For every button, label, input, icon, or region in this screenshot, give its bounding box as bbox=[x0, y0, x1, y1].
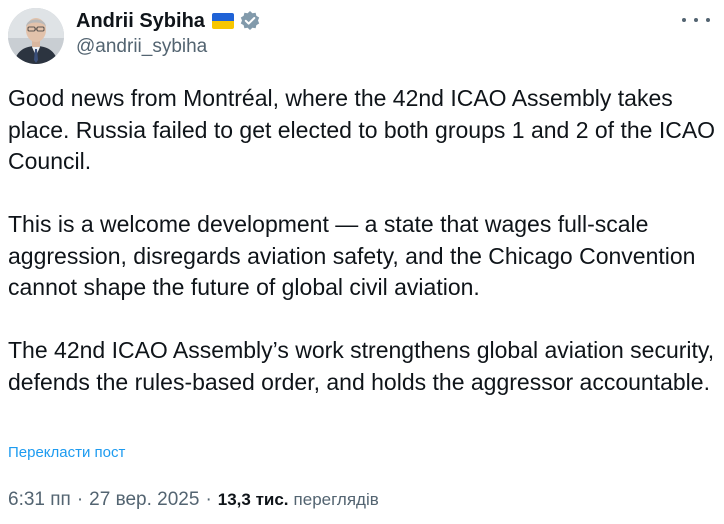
tweet-paragraph: This is a welcome development — a state … bbox=[8, 211, 702, 300]
tweet-time[interactable]: 6:31 пп bbox=[8, 489, 71, 511]
ukraine-flag-icon bbox=[211, 13, 234, 29]
tweet: Andrii Sybiha @andrii_sybiha Good news f… bbox=[0, 0, 724, 524]
views-label: переглядів bbox=[293, 490, 379, 509]
tweet-paragraph: The 42nd ICAO Assembly’s work strengthen… bbox=[8, 337, 721, 395]
meta-separator: · bbox=[76, 489, 84, 510]
tweet-meta: 6:31 пп · 27 вер. 2025 · 13,3 тис. перег… bbox=[8, 489, 379, 511]
author-info: Andrii Sybiha @andrii_sybiha bbox=[76, 7, 261, 58]
avatar-image bbox=[8, 8, 64, 64]
views-count[interactable]: 13,3 тис. bbox=[218, 490, 289, 510]
meta-separator: · bbox=[205, 489, 212, 510]
avatar[interactable] bbox=[8, 8, 64, 64]
tweet-paragraph: Good news from Montréal, where the 42nd … bbox=[8, 85, 722, 174]
author-display-name[interactable]: Andrii Sybiha bbox=[76, 10, 205, 33]
more-options-icon[interactable] bbox=[682, 10, 710, 30]
translate-post-link[interactable]: Перекласти пост bbox=[8, 444, 125, 461]
tweet-date[interactable]: 27 вер. 2025 bbox=[89, 489, 199, 511]
author-handle[interactable]: @andrii_sybiha bbox=[76, 36, 261, 58]
verified-badge-icon[interactable] bbox=[239, 10, 261, 32]
author-name-row: Andrii Sybiha bbox=[76, 7, 261, 35]
tweet-text: Good news from Montréal, where the 42nd … bbox=[8, 83, 716, 398]
